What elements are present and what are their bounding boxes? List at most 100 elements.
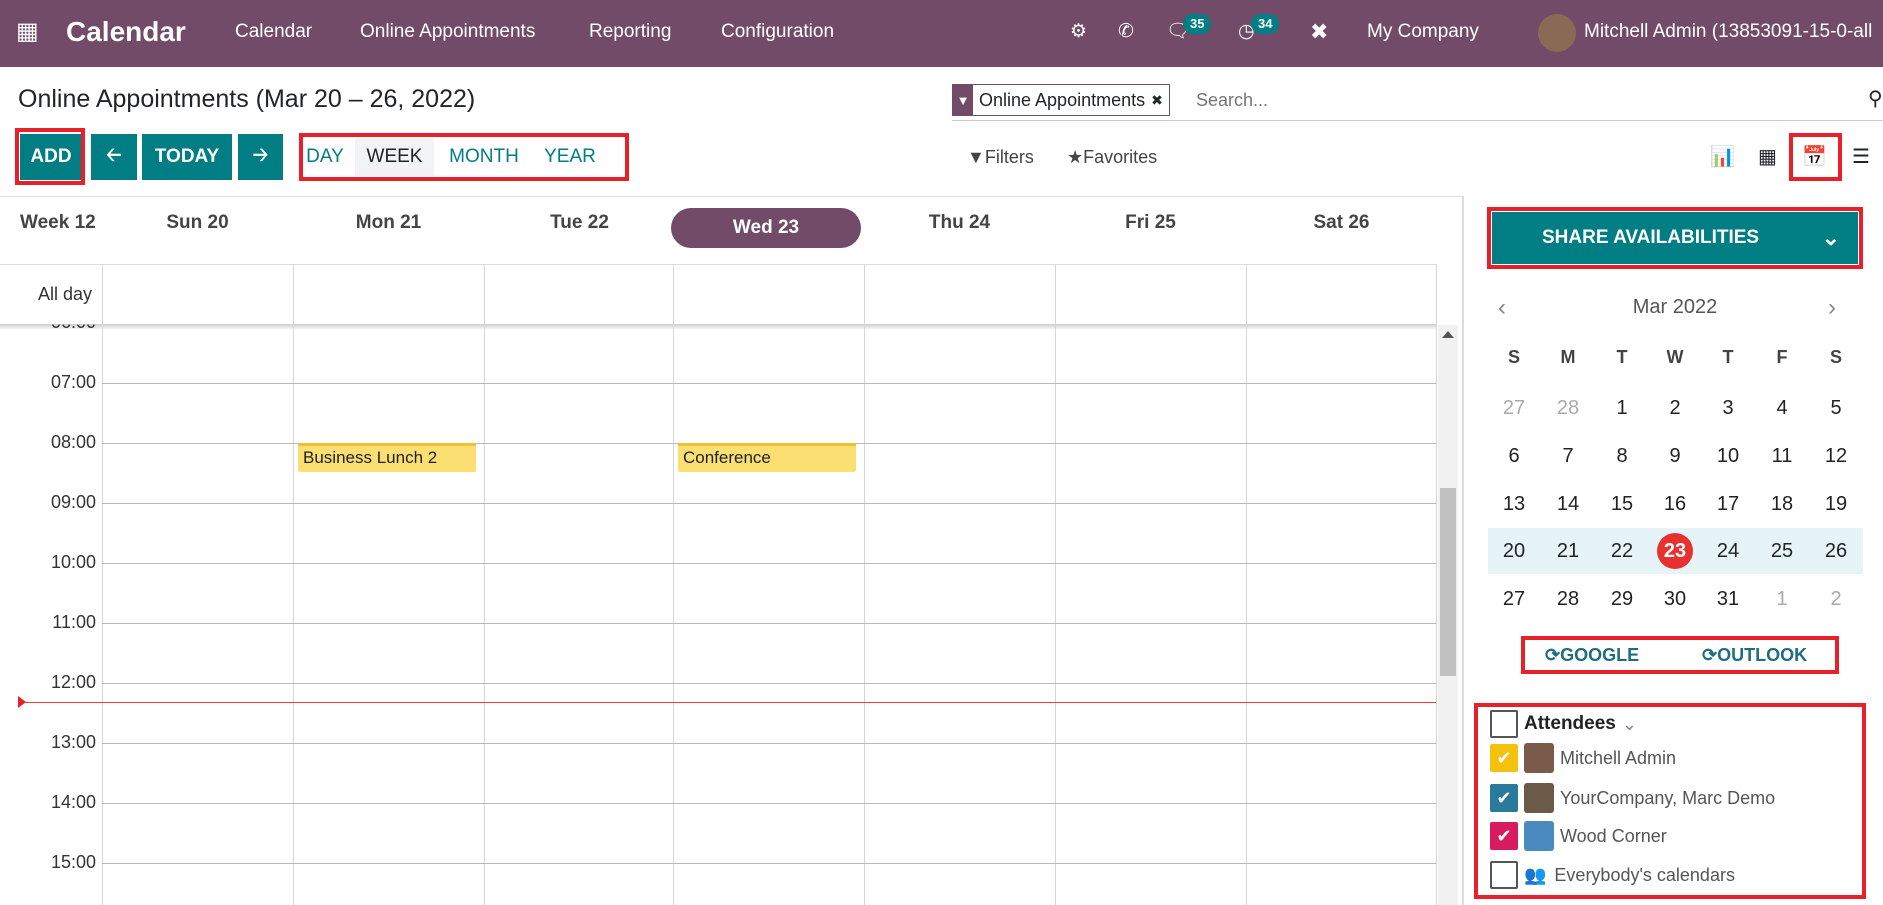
mini-calendar-day[interactable]: 2 (1650, 397, 1700, 420)
filters-button[interactable]: ▼Filters (967, 147, 1034, 168)
mini-calendar-day[interactable]: 12 (1811, 445, 1861, 468)
weekday-label: T (1616, 347, 1628, 367)
favorites-button[interactable]: ★Favorites (1067, 147, 1157, 168)
mini-calendar-day[interactable]: 2 (1811, 588, 1861, 611)
mini-calendar-day[interactable]: 5 (1811, 397, 1861, 420)
company-switcher[interactable]: My Company (1367, 0, 1479, 64)
menu-configuration[interactable]: Configuration (721, 0, 834, 64)
day-column-divider (1246, 264, 1247, 905)
day-header-today[interactable]: Wed 23 (671, 208, 861, 248)
hour-label: 11:00 (52, 612, 96, 632)
search-icon[interactable]: ⚲ (1868, 86, 1883, 111)
highlight-box (15, 128, 85, 185)
day-header[interactable]: Sat 26 (1246, 212, 1437, 234)
list-view-icon[interactable]: ☰ (1852, 144, 1870, 169)
hour-label: 10:00 (50, 552, 96, 572)
remove-facet-icon[interactable]: ✖ (1151, 92, 1169, 109)
scrollbar[interactable] (1438, 325, 1458, 905)
highlight-box (299, 133, 629, 181)
phone-icon[interactable]: ✆ (1118, 0, 1134, 64)
mini-calendar-day[interactable]: 26 (1811, 540, 1861, 563)
tools-icon[interactable]: ✖ (1310, 0, 1328, 64)
divider (0, 264, 1436, 265)
mini-calendar-day[interactable]: 16 (1650, 493, 1700, 516)
mini-calendar-day[interactable]: 18 (1757, 493, 1807, 516)
hour-label: 12:00 (50, 672, 96, 692)
search-facet[interactable]: ▼ Online Appointments ✖ (952, 84, 1170, 116)
hour-line (102, 743, 1436, 744)
day-column-divider (864, 264, 865, 905)
mini-calendar-day[interactable]: 22 (1597, 540, 1647, 563)
mini-calendar-day[interactable]: 31 (1703, 588, 1753, 611)
mini-calendar-day[interactable]: 6 (1489, 445, 1539, 468)
mini-calendar-day[interactable]: 11 (1757, 445, 1807, 468)
bug-icon[interactable]: ⚙ (1070, 0, 1087, 64)
today-button[interactable]: TODAY (142, 134, 232, 180)
day-header[interactable]: Mon 21 (293, 212, 484, 234)
mini-calendar-day[interactable]: 8 (1597, 445, 1647, 468)
activity-icon[interactable]: ◷ (1238, 0, 1255, 64)
calendar-event[interactable]: Business Lunch 2 (298, 443, 476, 472)
weekday-label: S (1829, 347, 1842, 367)
weekday-label: T (1722, 347, 1734, 367)
mini-calendar-day[interactable]: 13 (1489, 493, 1539, 516)
app-name: Calendar (66, 16, 186, 47)
mini-calendar-day[interactable]: 29 (1597, 588, 1647, 611)
mini-calendar-day[interactable]: 15 (1597, 493, 1647, 516)
pivot-view-icon[interactable]: ▦ (1758, 144, 1777, 169)
menu-online-appointments[interactable]: Online Appointments (360, 0, 535, 64)
mini-calendar-day[interactable]: 27 (1489, 588, 1539, 611)
prev-month-icon[interactable]: ‹ (1498, 294, 1506, 322)
hour-line (102, 803, 1436, 804)
apps-menu-icon[interactable]: ▦ (16, 0, 39, 64)
previous-button[interactable]: 🡠 (91, 134, 137, 180)
day-header[interactable]: Thu 24 (864, 212, 1055, 234)
hour-line (102, 623, 1436, 624)
mini-calendar-day[interactable]: 21 (1543, 540, 1593, 563)
mini-calendar-day[interactable]: 3 (1703, 397, 1753, 420)
avatar[interactable] (1538, 14, 1576, 52)
mini-calendar-day[interactable]: 28 (1543, 397, 1593, 420)
mini-calendar-day-selected[interactable]: 23 (1657, 533, 1693, 569)
menu-calendar[interactable]: Calendar (235, 0, 312, 64)
scrollbar-thumb[interactable] (1440, 488, 1456, 676)
search-input[interactable] (1196, 84, 1866, 116)
day-header[interactable]: Fri 25 (1055, 212, 1246, 234)
mini-calendar-day[interactable]: 4 (1757, 397, 1807, 420)
mini-calendar-day[interactable]: 9 (1650, 445, 1700, 468)
hour-label: 09:00 (50, 492, 96, 512)
graph-view-icon[interactable]: 📊 (1710, 144, 1735, 169)
day-column-divider (102, 264, 103, 905)
mini-calendar-day[interactable]: 30 (1650, 588, 1700, 611)
highlight-box (1521, 636, 1839, 674)
weekday-label: W (1666, 347, 1684, 367)
menu-reporting[interactable]: Reporting (589, 0, 671, 64)
mini-calendar-day[interactable]: 20 (1489, 540, 1539, 563)
day-column-divider (293, 264, 294, 905)
scroll-up-icon[interactable] (1442, 331, 1454, 338)
mini-calendar-day[interactable]: 17 (1703, 493, 1753, 516)
mini-calendar-day[interactable]: 7 (1543, 445, 1593, 468)
mini-calendar-day[interactable]: 1 (1597, 397, 1647, 420)
search-underline (952, 120, 1883, 121)
highlight-box (1487, 207, 1863, 269)
mini-calendar-day[interactable]: 14 (1543, 493, 1593, 516)
activity-badge: 34 (1251, 14, 1280, 34)
mini-calendar-day[interactable]: 19 (1811, 493, 1861, 516)
mini-calendar-day[interactable]: 24 (1703, 540, 1753, 563)
weekday-label: M (1560, 347, 1576, 367)
facet-label: Online Appointments (979, 89, 1146, 110)
current-time-line (20, 702, 1436, 703)
filters-label: Filters (984, 147, 1034, 167)
mini-calendar-day[interactable]: 10 (1703, 445, 1753, 468)
mini-calendar-day[interactable]: 27 (1489, 397, 1539, 420)
user-menu[interactable]: Mitchell Admin (13853091-15-0-all (1584, 0, 1872, 64)
mini-calendar-day[interactable]: 25 (1757, 540, 1807, 563)
calendar-event[interactable]: Conference (678, 443, 856, 472)
mini-calendar-day[interactable]: 28 (1543, 588, 1593, 611)
day-header[interactable]: Tue 22 (484, 212, 675, 234)
day-header[interactable]: Sun 20 (102, 212, 293, 234)
mini-calendar-day[interactable]: 1 (1757, 588, 1807, 611)
next-button[interactable]: 🡢 (238, 134, 283, 180)
next-month-icon[interactable]: › (1828, 294, 1836, 322)
